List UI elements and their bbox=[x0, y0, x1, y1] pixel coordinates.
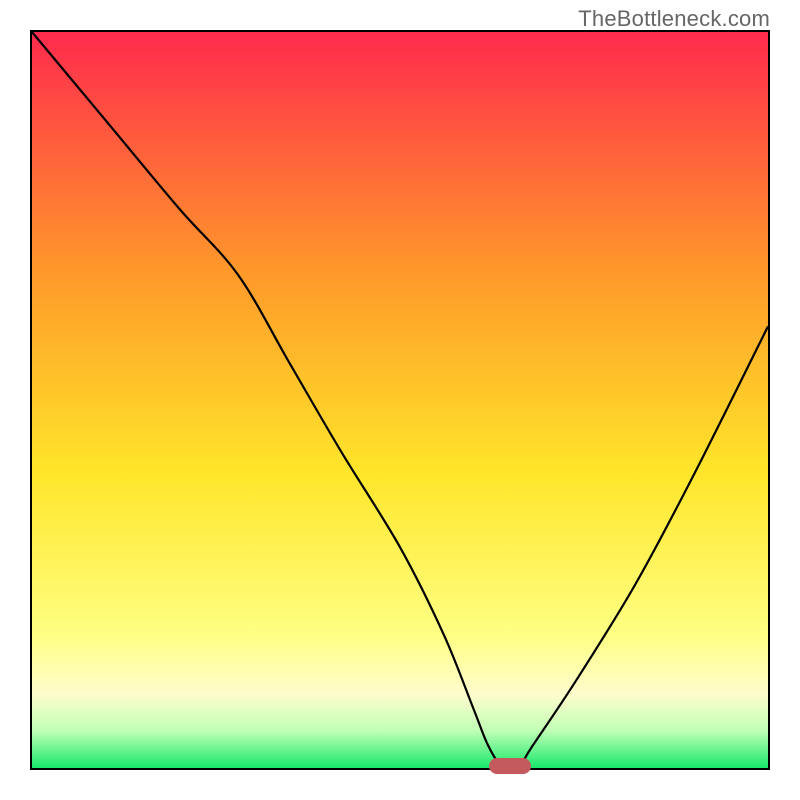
watermark: TheBottleneck.com bbox=[578, 6, 770, 32]
optimal-marker bbox=[489, 758, 531, 774]
bottleneck-curve bbox=[32, 32, 768, 768]
chart-frame bbox=[30, 30, 770, 770]
